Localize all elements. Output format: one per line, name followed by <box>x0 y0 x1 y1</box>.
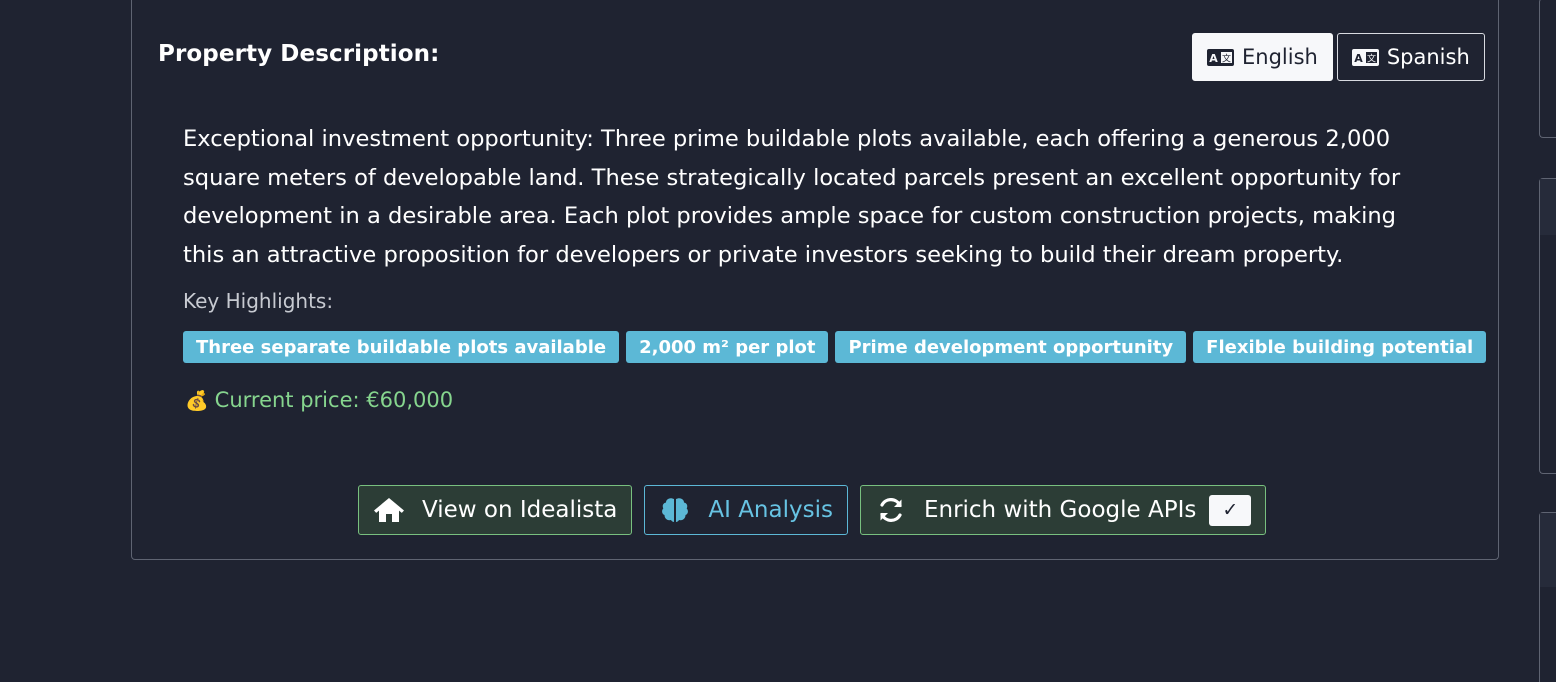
spanish-button[interactable]: A 文 Spanish <box>1336 33 1485 81</box>
property-description-text: Exceptional investment opportunity: Thre… <box>183 126 1401 268</box>
spanish-label: Spanish <box>1386 45 1470 69</box>
svg-text:文: 文 <box>1367 52 1376 64</box>
view-on-idealista-button[interactable]: View on Idealista <box>358 485 633 535</box>
translate-icon: A 文 <box>1351 48 1379 66</box>
highlight-badge: Prime development opportunity <box>835 331 1187 363</box>
section-title: Property Description: <box>158 41 440 67</box>
current-price-text: Current price: €60,000 <box>214 388 454 412</box>
highlight-badge: Flexible building potential <box>1193 331 1487 363</box>
side-panel <box>1539 0 1556 138</box>
enrich-google-apis-button[interactable]: Enrich with Google APIs ✓ <box>859 485 1267 535</box>
money-bag-icon: 💰 <box>185 389 209 412</box>
side-panel-header <box>1540 179 1556 235</box>
key-highlights-label: Key Highlights: <box>183 289 334 313</box>
ai-analysis-label: AI Analysis <box>708 497 833 523</box>
ai-analysis-button[interactable]: AI Analysis <box>644 485 848 535</box>
current-price: 💰 Current price: €60,000 <box>185 388 453 412</box>
check-icon: ✓ <box>1209 494 1252 526</box>
property-description-card <box>131 0 1499 560</box>
svg-text:A: A <box>1209 52 1218 65</box>
svg-text:文: 文 <box>1222 52 1231 64</box>
highlight-badge: Three separate buildable plots available <box>183 331 620 363</box>
action-buttons: View on Idealista AI Analysis Enrich wit… <box>358 485 1267 535</box>
english-label: English <box>1242 45 1318 69</box>
home-icon <box>374 498 404 522</box>
language-toggle: A 文 English A 文 Spanish <box>1192 33 1485 81</box>
side-panel-header <box>1540 513 1556 587</box>
enrich-google-apis-label: Enrich with Google APIs <box>923 497 1197 523</box>
refresh-icon <box>880 498 902 522</box>
page: Property Description: A 文 English A 文 Sp… <box>0 0 1556 682</box>
english-button[interactable]: A 文 English <box>1192 33 1333 81</box>
view-on-idealista-label: View on Idealista <box>422 497 618 523</box>
translate-icon: A 文 <box>1207 48 1234 66</box>
highlight-badge: 2,000 m² per plot <box>626 331 829 363</box>
highlight-badges: Three separate buildable plots available… <box>183 331 1487 363</box>
svg-text:A: A <box>1354 52 1363 65</box>
brain-icon <box>662 498 689 522</box>
